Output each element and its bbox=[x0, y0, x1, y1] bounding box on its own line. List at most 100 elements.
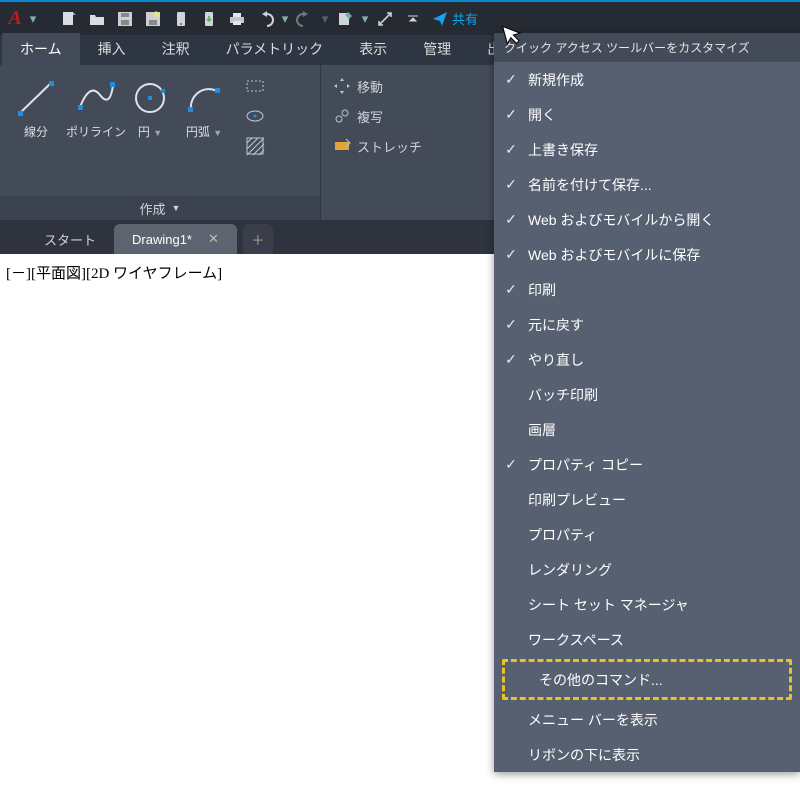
dropdown-header: クイック アクセス ツールバーをカスタマイズ bbox=[494, 33, 800, 62]
arc-button[interactable]: 円弧 ▼ bbox=[174, 71, 234, 196]
dd-item-14[interactable]: レンダリング bbox=[494, 552, 800, 587]
qat-customize-dropdown-icon[interactable] bbox=[400, 6, 426, 32]
line-icon bbox=[15, 77, 57, 119]
copy-button[interactable]: 複写 bbox=[327, 101, 490, 131]
dd-item-11[interactable]: ✓プロパティ コピー bbox=[494, 447, 800, 482]
dd-item-label: レンダリング bbox=[528, 560, 612, 580]
dd-item-more-commands[interactable]: その他のコマンド... bbox=[505, 662, 789, 697]
dd-item-1[interactable]: ✓ 開く bbox=[494, 97, 800, 132]
dd-item-label: やり直し bbox=[528, 350, 584, 370]
open-icon[interactable] bbox=[84, 6, 110, 32]
dd-item-7[interactable]: ✓元に戻す bbox=[494, 307, 800, 342]
dd-item-label: 開く bbox=[528, 105, 556, 125]
circle-button[interactable]: 円 ▼ bbox=[126, 71, 174, 196]
close-icon[interactable]: ✕ bbox=[208, 231, 219, 247]
circle-icon bbox=[129, 77, 171, 119]
dd-item-label: バッチ印刷 bbox=[528, 385, 598, 405]
tab-insert[interactable]: 挿入 bbox=[80, 33, 144, 65]
dd-item-label: 上書き保存 bbox=[528, 140, 598, 160]
check-icon: ✓ bbox=[502, 351, 520, 368]
dd-item-3[interactable]: ✓名前を付けて保存... bbox=[494, 167, 800, 202]
copy-label: 複写 bbox=[357, 107, 383, 126]
undo-dropdown-icon[interactable]: ▾ bbox=[280, 6, 290, 32]
panel-draw-title[interactable]: 作成 ▼ bbox=[0, 196, 320, 220]
app-menu-dropdown-icon[interactable]: ▾ bbox=[28, 6, 38, 32]
dd-item-13[interactable]: プロパティ bbox=[494, 517, 800, 552]
new-icon[interactable] bbox=[56, 6, 82, 32]
line-button[interactable]: 線分 bbox=[6, 71, 66, 196]
redo-dropdown-icon[interactable]: ▾ bbox=[320, 6, 330, 32]
qat-customize-dropdown: クイック アクセス ツールバーをカスタマイズ ✓新規作成✓開く✓上書き保存✓名前… bbox=[494, 33, 800, 772]
check-icon: ✓ bbox=[502, 246, 520, 263]
more-commands-label: その他のコマンド... bbox=[539, 670, 663, 690]
arc-label: 円弧 ▼ bbox=[186, 123, 222, 140]
doctab-drawing1-label: Drawing1* bbox=[132, 232, 192, 247]
polyline-button[interactable]: ポリライン bbox=[66, 71, 126, 196]
dd-item-label: Web およびモバイルに保存 bbox=[528, 245, 700, 265]
new-tab-button[interactable]: ＋ bbox=[243, 224, 273, 254]
move-label: 移動 bbox=[357, 77, 383, 96]
circle-label: 円 ▼ bbox=[138, 123, 162, 140]
line-label: 線分 bbox=[24, 123, 48, 140]
check-icon: ✓ bbox=[502, 106, 520, 123]
check-icon: ✓ bbox=[502, 141, 520, 158]
hatch-icon[interactable] bbox=[241, 132, 269, 160]
dd-item-16[interactable]: ワークスペース bbox=[494, 622, 800, 657]
dd-item-10[interactable]: 画層 bbox=[494, 412, 800, 447]
dd-item-label: 画層 bbox=[528, 420, 556, 440]
dd-item-0[interactable]: ✓ 新規作成 bbox=[494, 62, 800, 97]
polyline-label: ポリライン bbox=[66, 123, 126, 140]
tab-manage[interactable]: 管理 bbox=[405, 33, 469, 65]
dd-item-label: シート セット マネージャ bbox=[528, 595, 689, 615]
save-icon[interactable] bbox=[112, 6, 138, 32]
dd-item-show-menubar[interactable]: メニュー バーを表示 bbox=[494, 702, 800, 737]
expand-icon[interactable] bbox=[372, 6, 398, 32]
rect-icon[interactable] bbox=[241, 72, 269, 100]
check-icon: ✓ bbox=[502, 281, 520, 298]
dd-item-6[interactable]: ✓ 印刷 bbox=[494, 272, 800, 307]
dd-item-label: 新規作成 bbox=[528, 70, 584, 90]
panel-draw: 線分 ポリライン 円 ▼ 円弧 ▼ 作成 ▼ bbox=[0, 65, 321, 220]
dd-item-9[interactable]: バッチ印刷 bbox=[494, 377, 800, 412]
dd-item-12[interactable]: 印刷プレビュー bbox=[494, 482, 800, 517]
tab-view[interactable]: 表示 bbox=[341, 33, 405, 65]
doctab-drawing1[interactable]: Drawing1* ✕ bbox=[114, 224, 237, 254]
undo-icon[interactable] bbox=[252, 6, 278, 32]
dd-item-label: プロパティ bbox=[528, 525, 597, 545]
save-as-icon[interactable] bbox=[140, 6, 166, 32]
share-label: 共有 bbox=[452, 9, 478, 28]
save-web-icon[interactable] bbox=[196, 6, 222, 32]
dd-item-label: 元に戻す bbox=[528, 315, 584, 335]
ellipse-icon[interactable] bbox=[241, 102, 269, 130]
share-button[interactable]: 共有 bbox=[432, 9, 478, 28]
dd-item-2[interactable]: ✓ 上書き保存 bbox=[494, 132, 800, 167]
dd-item-8[interactable]: ✓ やり直し bbox=[494, 342, 800, 377]
print-icon[interactable] bbox=[224, 6, 250, 32]
app-logo-a[interactable]: A bbox=[4, 7, 26, 30]
dd-item-15[interactable]: シート セット マネージャ bbox=[494, 587, 800, 622]
dd-item-label: ワークスペース bbox=[528, 630, 624, 650]
match-properties-dropdown-icon[interactable]: ▾ bbox=[360, 6, 370, 32]
quick-access-toolbar: A ▾ ▾ ▾ ▾ 共有 bbox=[0, 0, 800, 35]
stretch-label: ストレッチ bbox=[357, 137, 422, 156]
tab-home[interactable]: ホーム bbox=[2, 33, 80, 65]
check-icon: ✓ bbox=[502, 71, 520, 88]
dd-item-label: 印刷プレビュー bbox=[528, 490, 626, 510]
dd-item-label: Web およびモバイルから開く bbox=[528, 210, 714, 230]
check-icon: ✓ bbox=[502, 211, 520, 228]
match-properties-icon[interactable] bbox=[332, 6, 358, 32]
dd-item-5[interactable]: ✓ Web およびモバイルに保存 bbox=[494, 237, 800, 272]
panel-modify: 移動 複写 ストレッチ . bbox=[321, 65, 496, 220]
dd-item-label: 名前を付けて保存... bbox=[528, 175, 652, 195]
tab-parametric[interactable]: パラメトリック bbox=[208, 33, 342, 65]
dd-item-label: 印刷 bbox=[528, 280, 556, 300]
doctab-start[interactable]: スタート bbox=[26, 224, 114, 254]
polyline-icon bbox=[75, 77, 117, 119]
redo-icon[interactable] bbox=[292, 6, 318, 32]
tab-annotate[interactable]: 注釈 bbox=[144, 33, 208, 65]
dd-item-show-below-ribbon[interactable]: リボンの下に表示 bbox=[494, 737, 800, 772]
stretch-button[interactable]: ストレッチ bbox=[327, 131, 490, 161]
move-button[interactable]: 移動 bbox=[327, 71, 490, 101]
dd-item-4[interactable]: ✓ Web およびモバイルから開く bbox=[494, 202, 800, 237]
open-web-icon[interactable] bbox=[168, 6, 194, 32]
